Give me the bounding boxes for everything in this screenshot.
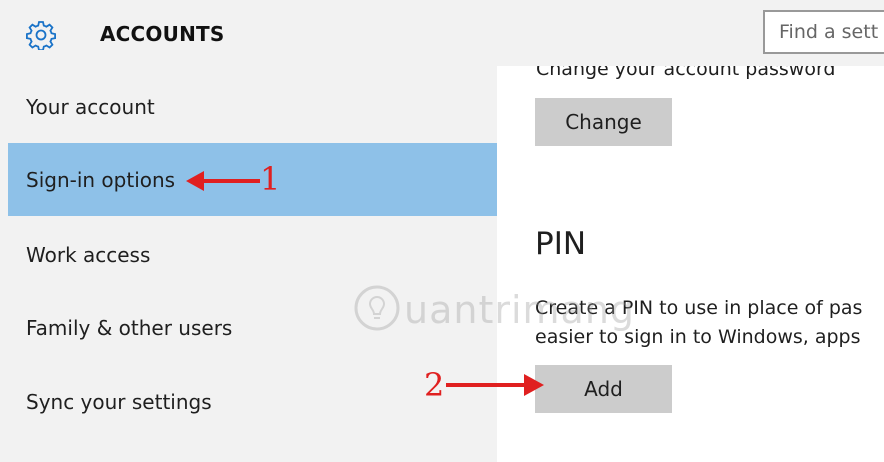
- change-password-button[interactable]: Change: [535, 98, 672, 146]
- sidebar-item-label: Sign-in options: [26, 167, 176, 192]
- app-header: ACCOUNTS: [0, 0, 884, 66]
- sidebar-item-your-account[interactable]: Your account: [8, 70, 497, 143]
- gear-icon: [26, 21, 56, 50]
- sidebar-item-label: Sync your settings: [26, 389, 212, 414]
- sidebar-item-label: Your account: [26, 94, 155, 119]
- password-description: Change your account password: [536, 66, 836, 80]
- sidebar-item-family-other-users[interactable]: Family & other users: [8, 291, 497, 364]
- pin-heading: PIN: [535, 226, 587, 262]
- add-pin-button[interactable]: Add: [535, 365, 672, 413]
- search-box[interactable]: [763, 10, 884, 54]
- sidebar: Your account Sign-in options Work access…: [0, 66, 497, 462]
- page-title: ACCOUNTS: [100, 22, 225, 46]
- annotation-arrow-2: [446, 374, 544, 396]
- sidebar-item-label: Family & other users: [26, 315, 233, 340]
- annotation-step-2: 2: [424, 366, 445, 404]
- sidebar-item-work-access[interactable]: Work access: [8, 218, 497, 291]
- annotation-step-1: 1: [260, 160, 281, 198]
- main-content: Change your account password Change PIN …: [497, 66, 884, 462]
- sidebar-item-label: Work access: [26, 242, 151, 267]
- pin-description: Create a PIN to use in place of pas easi…: [535, 294, 884, 352]
- search-input[interactable]: [765, 12, 884, 52]
- pin-description-line: easier to sign in to Windows, apps: [535, 326, 861, 348]
- pin-description-line: Create a PIN to use in place of pas: [535, 297, 863, 319]
- annotation-arrow-1: [186, 171, 260, 191]
